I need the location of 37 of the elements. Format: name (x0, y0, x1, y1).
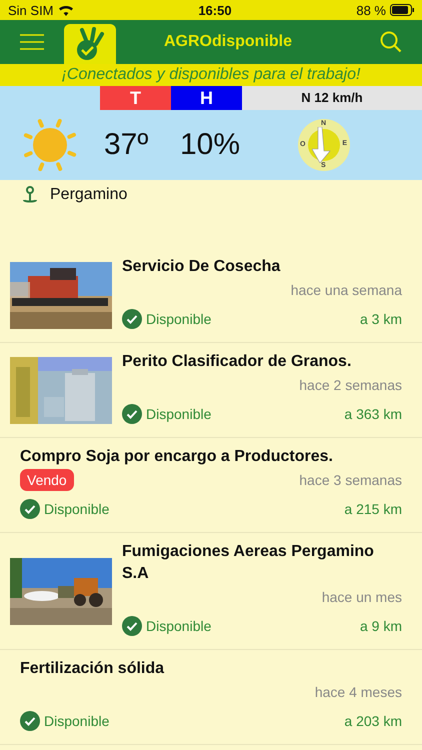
distance-label: a 3 km (360, 311, 402, 327)
humidity-header: H (171, 86, 242, 110)
item-time: hace 4 meses (314, 684, 402, 700)
item-time: hace 3 semanas (299, 472, 402, 488)
item-title: Fumigaciones Aereas Pergamino S.A (122, 542, 375, 584)
distance-label: a 9 km (360, 618, 402, 634)
item-title: Servicio De Cosecha (122, 257, 282, 277)
status-label: Disponible (44, 501, 110, 517)
list-item[interactable]: Fumigaciones Aereas Pergamino S.A hace un mes Disponible a 9 km (0, 533, 422, 650)
item-time: hace una semana (290, 282, 402, 298)
temperature-value: 37º (104, 128, 150, 162)
item-time: hace un mes (322, 589, 402, 605)
vendo-tag: Vendo (20, 469, 74, 491)
location-label: Pergamino (50, 186, 128, 204)
item-time: hace 2 semanas (299, 377, 402, 393)
item-title: Compro Soja por encargo a Productores. (20, 447, 334, 467)
list-item[interactable]: Perito Clasificador de Granos. hace 2 semanas Disponible a 363 km (0, 343, 422, 438)
status-label: Disponible (44, 713, 110, 729)
app-title: AGROdisponible (163, 33, 293, 51)
status-label: Disponible (146, 406, 212, 422)
distance-label: a 363 km (344, 406, 402, 422)
distance-label: a 203 km (344, 713, 402, 729)
carrier-label: Sin SIM (8, 2, 54, 18)
status-label: Disponible (146, 311, 212, 327)
list-item[interactable]: Compro Soja por encargo a Productores. Vendo hace 3 semanas Disponible a 215 km (0, 438, 422, 533)
battery-label: 88 % (356, 2, 386, 18)
slogan-text: ¡Conectados y disponibles para el trabajo! (0, 64, 422, 86)
distance-label: a 215 km (344, 501, 402, 517)
item-title: Perito Clasificador de Granos. (122, 352, 352, 372)
clock-label: 16:50 (198, 2, 232, 18)
item-title: Fertilización sólida (20, 659, 166, 679)
wind-label: N 12 km/h (242, 86, 422, 110)
list-item[interactable]: Servicio De Cosecha hace una semana Disponible a 3 km (0, 248, 422, 343)
temperature-header: T (100, 86, 171, 110)
status-label: Disponible (146, 618, 212, 634)
list-item[interactable]: Fertilización sólida hace 4 meses Disponible a 203 km (0, 650, 422, 745)
humidity-value: 10% (180, 128, 240, 162)
